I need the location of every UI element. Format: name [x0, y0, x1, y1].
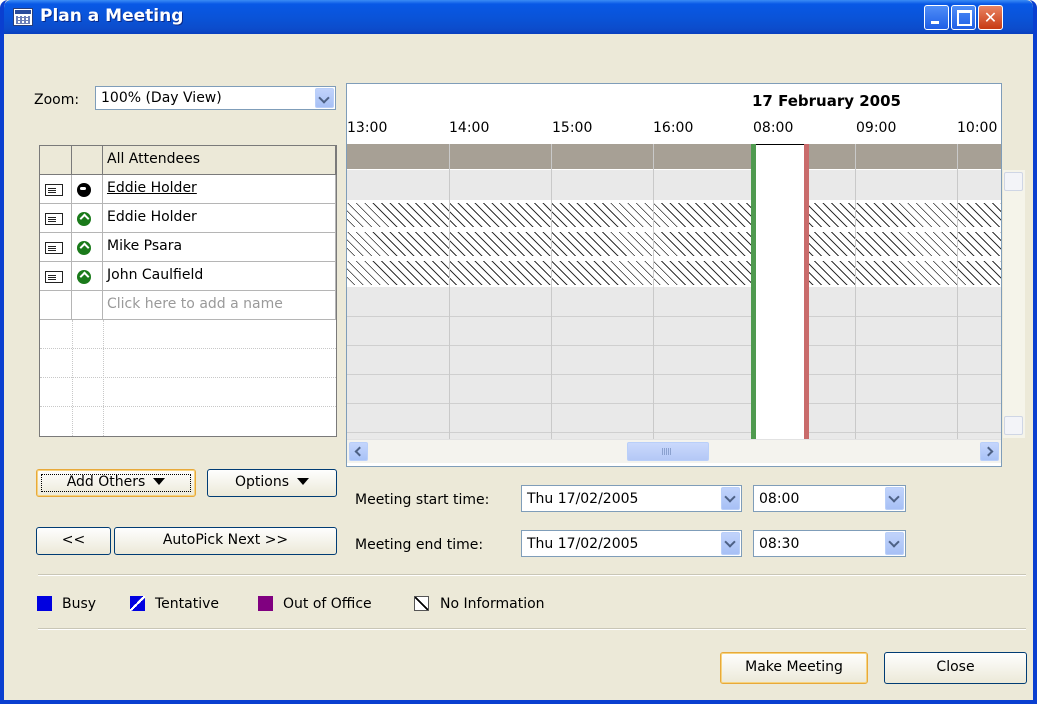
all-attendees-header: All Attendees	[107, 151, 201, 167]
attendee-row[interactable]: Eddie Holder	[40, 175, 336, 204]
attendee-row[interactable]: John Caulfield	[40, 262, 336, 291]
add-others-button[interactable]: Add Others	[36, 469, 196, 497]
out-of-office-swatch	[258, 596, 273, 611]
legend-tentative: Tentative	[155, 596, 220, 612]
start-time-value: 08:00	[759, 491, 800, 507]
scroll-left-icon[interactable]	[349, 442, 368, 461]
chevron-down-icon[interactable]	[885, 532, 904, 555]
schedule-date: 17 February 2005	[752, 92, 901, 110]
message-icon[interactable]	[45, 184, 63, 196]
hour-label: 10:00	[957, 120, 998, 136]
meeting-time-selection[interactable]	[753, 144, 809, 442]
attendee-name[interactable]: Mike Psara	[107, 238, 182, 254]
organizer-icon	[77, 183, 91, 197]
window-title: Plan a Meeting	[40, 6, 184, 26]
message-icon[interactable]	[45, 242, 63, 254]
make-meeting-label: Make Meeting	[745, 659, 843, 675]
separator	[38, 628, 1026, 630]
meeting-start-label: Meeting start time:	[355, 492, 490, 508]
end-time-value: 08:30	[759, 536, 800, 552]
zoom-label: Zoom:	[34, 92, 80, 108]
start-date-value: Thu 17/02/2005	[527, 491, 639, 507]
close-icon: ✕	[983, 8, 998, 27]
message-icon[interactable]	[45, 213, 63, 225]
minimize-button[interactable]	[924, 5, 949, 30]
start-date-select[interactable]: Thu 17/02/2005	[521, 485, 742, 512]
meeting-end-label: Meeting end time:	[355, 537, 484, 553]
required-attendee-icon[interactable]	[77, 270, 91, 284]
tentative-swatch	[130, 596, 145, 611]
attendee-name[interactable]: John Caulfield	[107, 267, 203, 283]
options-button[interactable]: Options	[207, 469, 337, 497]
autopick-next-button[interactable]: AutoPick Next >>	[114, 527, 337, 555]
free-busy-grid[interactable]: 17 February 2005 13:00 14:00 15:00 16:00…	[346, 83, 1002, 467]
hour-label: 15:00	[552, 120, 593, 136]
end-date-select[interactable]: Thu 17/02/2005	[521, 530, 742, 557]
minimize-icon	[925, 6, 948, 29]
attendee-name[interactable]: Eddie Holder	[107, 180, 197, 196]
add-name-placeholder[interactable]: Click here to add a name	[107, 296, 283, 312]
close-button[interactable]: Close	[884, 652, 1027, 684]
dropdown-arrow-icon	[297, 478, 310, 485]
close-label: Close	[936, 659, 975, 675]
busy-swatch	[37, 596, 52, 611]
start-time-select[interactable]: 08:00	[753, 485, 906, 512]
separator	[38, 574, 1026, 576]
end-date-value: Thu 17/02/2005	[527, 536, 639, 552]
no-information-bar	[347, 261, 1001, 285]
chevron-down-icon[interactable]	[315, 88, 334, 108]
chevron-down-icon[interactable]	[721, 487, 740, 510]
meeting-end-marker[interactable]	[804, 144, 809, 440]
maximize-button[interactable]	[951, 5, 976, 30]
legend-busy: Busy	[62, 596, 97, 612]
plan-meeting-window: Plan a Meeting ✕ Zoom: 100% (Day View) A…	[0, 0, 1037, 704]
hour-label: 09:00	[856, 120, 897, 136]
no-information-bar	[347, 232, 1001, 256]
no-information-bar	[347, 203, 1001, 227]
attendee-row[interactable]: Eddie Holder	[40, 204, 336, 233]
required-attendee-icon[interactable]	[77, 212, 91, 226]
meeting-start-marker[interactable]	[751, 144, 756, 440]
chevron-down-icon[interactable]	[885, 487, 904, 510]
horizontal-scrollbar[interactable]	[347, 439, 1001, 463]
autopick-next-label: AutoPick Next >>	[162, 532, 289, 548]
scroll-right-icon[interactable]	[980, 442, 999, 461]
legend-no-information: No Information	[440, 596, 545, 612]
zoom-select[interactable]: 100% (Day View)	[95, 86, 336, 110]
attendee-row[interactable]: Mike Psara	[40, 233, 336, 262]
vertical-scrollbar[interactable]	[1003, 170, 1025, 438]
options-label: Options	[234, 474, 290, 490]
legend-out-of-office: Out of Office	[283, 596, 372, 612]
attendee-name[interactable]: Eddie Holder	[107, 209, 197, 225]
autopick-previous-button[interactable]: <<	[36, 527, 111, 555]
maximize-icon	[952, 6, 975, 29]
make-meeting-button[interactable]: Make Meeting	[720, 652, 868, 684]
hour-label: 16:00	[653, 120, 694, 136]
attendee-header-row: All Attendees	[40, 146, 336, 175]
hour-label: 14:00	[449, 120, 490, 136]
close-window-button[interactable]: ✕	[978, 5, 1003, 30]
all-attendees-busy-bar	[347, 144, 1001, 169]
chevron-down-icon[interactable]	[721, 532, 740, 555]
add-attendee-row[interactable]: Click here to add a name	[40, 291, 336, 320]
zoom-value: 100% (Day View)	[101, 90, 222, 106]
attendee-grid: All Attendees Eddie Holder Eddie Holder …	[39, 145, 337, 437]
message-icon[interactable]	[45, 271, 63, 283]
end-time-select[interactable]: 08:30	[753, 530, 906, 557]
autopick-previous-label: <<	[61, 532, 86, 548]
required-attendee-icon[interactable]	[77, 241, 91, 255]
hour-label: 13:00	[347, 120, 388, 136]
title-bar: Plan a Meeting ✕	[4, 0, 1033, 34]
hour-label: 08:00	[753, 120, 794, 136]
scroll-up-icon[interactable]	[1004, 172, 1023, 191]
no-information-swatch	[414, 596, 429, 611]
scrollbar-thumb[interactable]	[627, 442, 709, 461]
scroll-down-icon[interactable]	[1004, 416, 1023, 435]
calendar-icon	[13, 8, 33, 26]
